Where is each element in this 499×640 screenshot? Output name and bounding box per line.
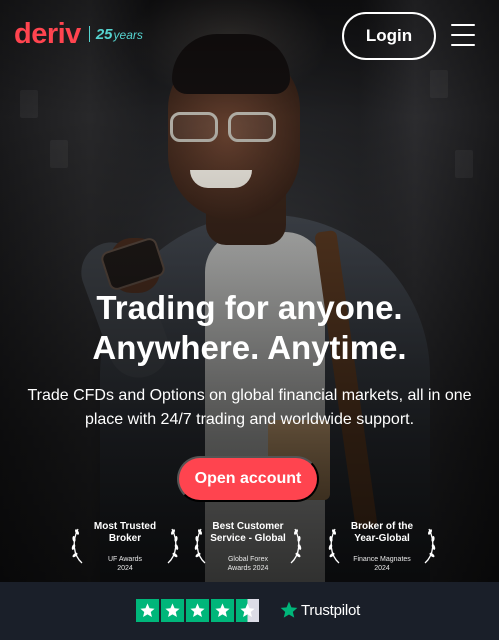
- award-title: Broker of the Year-Global: [350, 521, 414, 544]
- trustpilot-star-icon: [280, 601, 298, 618]
- logo-wordmark: deriv: [14, 18, 81, 50]
- award-most-trusted-broker: Most Trusted Broker UF Awards 2024: [70, 521, 180, 573]
- star-icon: [211, 599, 234, 622]
- trustpilot-rating: [136, 599, 259, 622]
- award-source: UF Awards 2024: [107, 556, 143, 572]
- login-button[interactable]: Login: [342, 12, 436, 60]
- award-best-customer-service: Best Customer Service - Global Global Fo…: [193, 521, 303, 573]
- star-icon: [136, 599, 159, 622]
- star-icon: [161, 599, 184, 622]
- trustpilot-label: Trustpilot: [301, 601, 361, 619]
- award-title: Most Trusted Broker: [93, 521, 157, 544]
- hamburger-menu-icon[interactable]: [451, 24, 475, 46]
- logo-divider: [88, 26, 90, 42]
- laurel-right-icon: [167, 528, 179, 564]
- award-broker-of-the-year: Broker of the Year-Global Finance Magnat…: [327, 521, 437, 573]
- laurel-right-icon: [424, 528, 436, 564]
- deriv-logo[interactable]: deriv 25 years: [14, 19, 143, 49]
- award-source: Global Forex Awards 2024: [227, 556, 269, 572]
- laurel-right-icon: [290, 528, 302, 564]
- hero-subtext: Trade CFDs and Options on global financi…: [27, 387, 472, 428]
- headline-line-2: Anywhere. Anytime.: [92, 329, 407, 366]
- award-source: Finance Magnates 2024: [353, 556, 411, 572]
- half-star-icon: [236, 599, 259, 622]
- trustpilot-bar[interactable]: Trustpilot: [0, 582, 499, 640]
- anniversary-badge: 25 years: [95, 25, 143, 43]
- open-account-button[interactable]: Open account: [177, 456, 319, 502]
- trustpilot-logo[interactable]: Trustpilot: [279, 600, 360, 620]
- award-title: Best Customer Service - Global: [210, 521, 286, 544]
- hero-headline: Trading for anyone. Anywhere. Anytime.: [0, 288, 499, 368]
- headline-line-1: Trading for anyone.: [96, 289, 403, 326]
- star-icon: [186, 599, 209, 622]
